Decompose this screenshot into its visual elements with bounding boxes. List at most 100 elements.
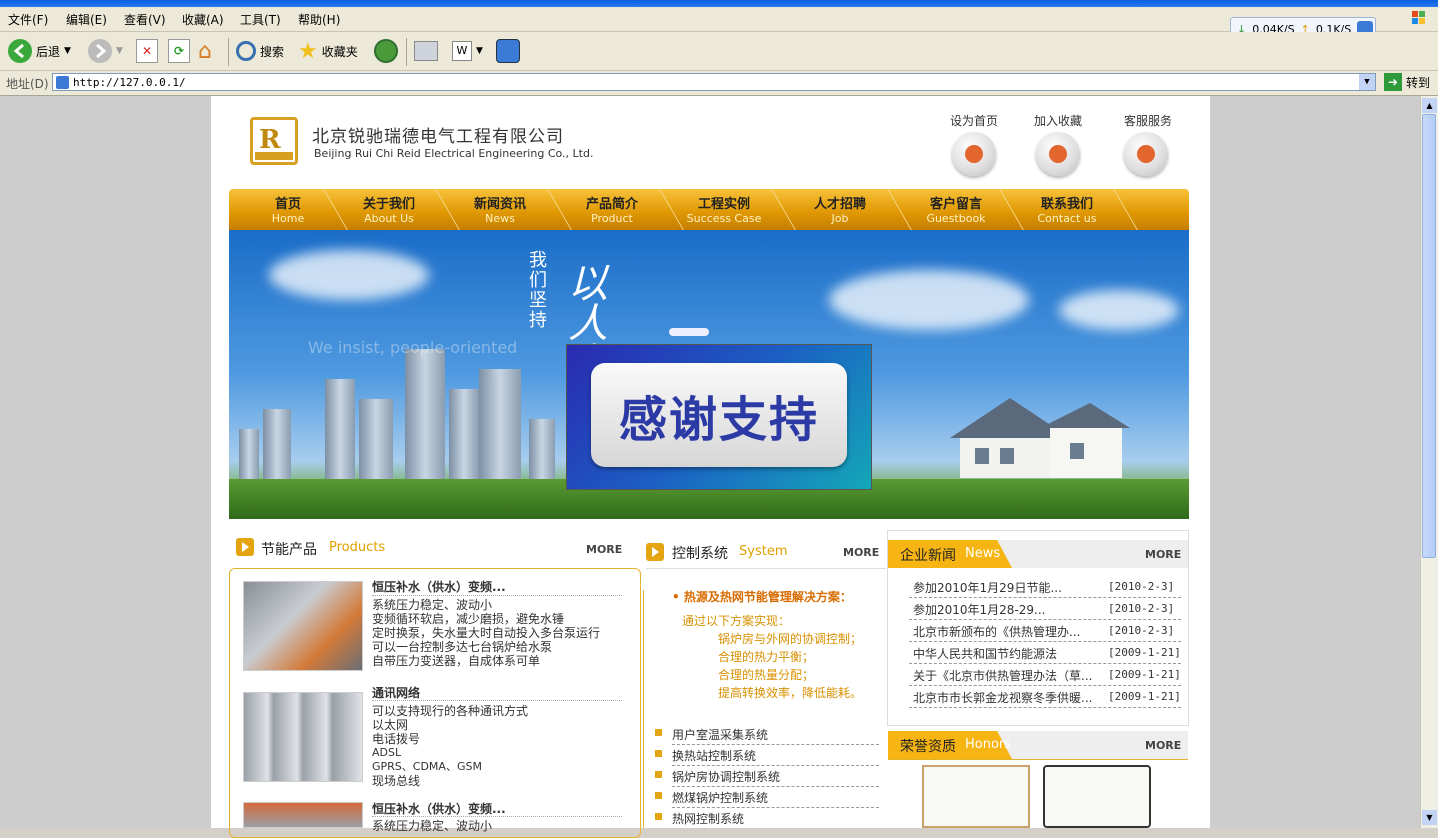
popup-button[interactable]: 感谢支持 [591,363,847,467]
forward-button[interactable]: ▼ [88,38,123,64]
edit-dropdown-icon[interactable]: ▼ [476,46,483,56]
news-item-link[interactable]: 中华人民共和国节约能源法 [913,645,1057,662]
nav-success-case[interactable]: 工程实例 Success Case [679,197,769,225]
menu-view[interactable]: 查看(V) [124,11,166,28]
scrollbar-thumb[interactable] [1422,114,1436,558]
menu-favorites[interactable]: 收藏(A) [182,11,224,28]
nav-about[interactable]: 关于我们 About Us [344,197,434,225]
thank-you-popup[interactable]: 感谢支持 [566,344,872,490]
system-item-link[interactable]: 换热站控制系统 [672,747,756,764]
customer-service-link[interactable]: 客服服务 [1113,112,1183,129]
news-date: [2010-2-3] [1108,624,1175,637]
set-homepage-icon[interactable] [952,132,996,176]
honors-more-link[interactable]: MORE [1145,739,1181,752]
news-date: [2009-1-21] [1108,646,1181,659]
add-favorite-link[interactable]: 加入收藏 [1023,112,1093,129]
nav-news[interactable]: 新闻资讯 News [455,197,545,225]
back-button[interactable]: 后退 ▼ [8,38,71,64]
nav-label-cn: 联系我们 [1040,197,1093,212]
system-point: 合理的热力平衡； [718,650,815,664]
home-icon: ⌂ [198,38,212,64]
back-arrow-icon [8,39,32,63]
bullet-icon [655,729,662,736]
nav-label-en: Success Case [686,212,762,225]
nav-contact[interactable]: 联系我们 Contact us [1022,197,1112,225]
nav-job[interactable]: 人才招聘 Job [795,197,885,225]
address-input[interactable]: http://127.0.0.1/ ▼ [52,73,1376,91]
back-dropdown-icon[interactable]: ▼ [64,46,71,56]
system-point: 锅炉房与外网的协调控制； [718,632,863,646]
company-logo[interactable]: R [250,117,298,165]
scroll-up-button[interactable]: ▲ [1422,98,1437,113]
news-item-link[interactable]: 参加2010年1月29日节能... [913,579,1062,596]
system-item-link[interactable]: 用户室温采集系统 [672,726,768,743]
forward-dropdown-icon[interactable]: ▼ [116,46,123,56]
go-button[interactable]: ➜ 转到 [1384,73,1430,91]
cloud-image [1059,290,1179,330]
divider [372,700,622,701]
home-button[interactable]: ⌂ [198,38,212,64]
honors-title-en: Honors [965,737,1012,752]
certificate-image[interactable] [922,765,1030,828]
search-button[interactable]: 搜索 [236,38,284,64]
history-button[interactable] [374,38,398,64]
divider [646,568,886,569]
nav-label-cn: 工程实例 [697,197,750,212]
menu-tools[interactable]: 工具(T) [240,11,281,28]
product-image-boiler[interactable] [243,802,363,828]
system-item-link[interactable]: 燃煤锅炉控制系统 [672,789,768,806]
edit-button[interactable]: W ▼ [452,38,483,64]
refresh-button[interactable]: ⟳ [168,38,190,64]
add-favorite-icon[interactable] [1036,132,1080,176]
product-desc-line: 可以一台控制多达七台锅炉给水泵 [372,640,553,654]
address-dropdown-icon[interactable]: ▼ [1359,74,1375,90]
system-item-link[interactable]: 热网控制系统 [672,810,744,827]
bullet-icon [655,771,662,778]
product-desc-line: 定时换泵，失水量大时自动投入多台泵运行 [372,626,601,640]
nav-label-cn: 客户留言 [929,197,982,212]
nav-label-en: Product [591,212,633,225]
nav-guestbook[interactable]: 客户留言 Guestbook [911,197,1001,225]
print-button[interactable] [414,38,438,64]
certificate-image[interactable] [1043,765,1151,828]
divider [372,816,622,817]
menu-help[interactable]: 帮助(H) [298,11,340,28]
back-label: 后退 [36,44,61,59]
system-point: 提高转换效率，降低能耗。 [718,686,863,700]
product-title[interactable]: 通讯网络 [372,684,420,701]
product-title[interactable]: 恒压补水（供水）变频... [372,800,506,817]
customer-service-icon[interactable] [1124,132,1168,176]
scroll-down-button[interactable]: ▼ [1422,810,1437,825]
news-item-link[interactable]: 关于《北京市供热管理办法（草... [913,667,1092,684]
system-intro: 通过以下方案实现： [682,614,791,628]
product-desc-line: 系统压力稳定、波动小 [372,598,493,612]
building-image [449,389,479,489]
divider [888,759,1188,760]
slogan-small: 我们坚持 [526,250,547,330]
messenger-button[interactable] [496,38,520,64]
bullet-icon [655,813,662,820]
menu-edit[interactable]: 编辑(E) [66,11,107,28]
product-image-boiler[interactable] [243,581,363,671]
nav-product[interactable]: 产品简介 Product [567,197,657,225]
stop-button[interactable]: ✕ [136,38,158,64]
products-more-link[interactable]: MORE [586,543,622,556]
favorites-button[interactable]: ★ 收藏夹 [298,38,358,64]
divider [909,619,1181,620]
product-desc-line: 以太网 [372,718,409,732]
news-title-cn: 企业新闻 [900,548,956,564]
set-homepage-link[interactable]: 设为首页 [939,112,1009,129]
news-more-link[interactable]: MORE [1145,548,1181,561]
system-more-link[interactable]: MORE [843,546,879,559]
nav-home[interactable]: 首页 Home [243,197,333,225]
product-image-cabinet[interactable] [243,692,363,782]
product-title[interactable]: 恒压补水（供水）变频... [372,578,506,595]
system-item-link[interactable]: 锅炉房协调控制系统 [672,768,780,785]
news-item-link[interactable]: 北京市市长郭金龙视察冬季供暖... [913,689,1092,706]
divider [909,597,1181,598]
menu-file[interactable]: 文件(F) [8,11,48,28]
news-item-link[interactable]: 北京市新颁布的《供热管理办... [913,623,1080,640]
news-item-link[interactable]: 参加2010年1月28-29... [913,601,1046,618]
toolbar-separator [228,38,229,66]
building-image [359,399,393,489]
